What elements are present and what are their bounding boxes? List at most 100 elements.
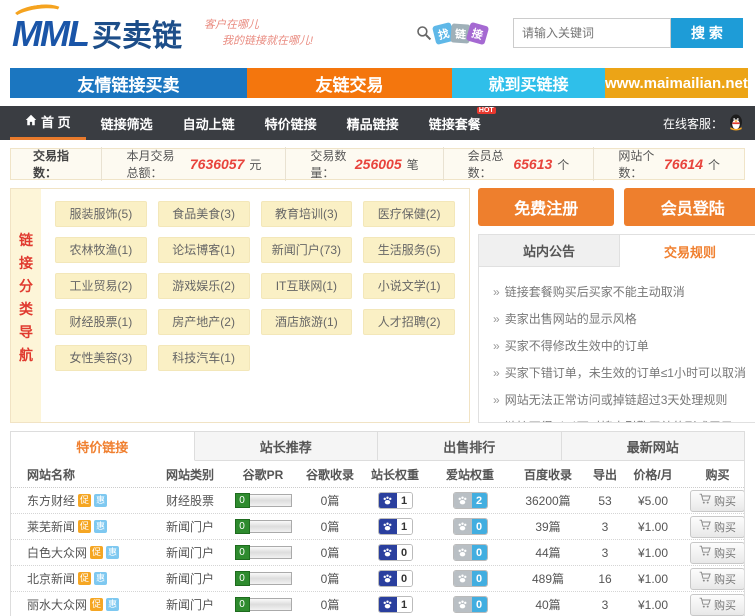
google-pr-meter: 0 — [225, 519, 301, 534]
site-name-link[interactable]: 白色大众网 — [27, 544, 87, 561]
banner-segment-friend-links[interactable]: 友情链接买卖 — [10, 68, 247, 98]
category-button[interactable]: 小说文学(1) — [363, 273, 455, 299]
tab-newest-sites[interactable]: 最新网站 — [562, 432, 745, 460]
stat-label: 本月交易总额： — [126, 147, 184, 181]
stat-trade-count: 交易数量： 256005 笔 — [285, 147, 442, 181]
category-button[interactable]: 房产地产(2) — [158, 309, 250, 335]
outbound-count: 3 — [587, 520, 623, 534]
online-service[interactable]: 在线客服： — [663, 106, 745, 140]
rule-item[interactable]: »买家不得修改生效中的订单 — [493, 337, 746, 354]
category-button[interactable]: 科技汽车(1) — [158, 345, 250, 371]
site-logo[interactable]: MML 买卖链 — [12, 11, 182, 55]
outbound-count: 16 — [587, 572, 623, 586]
col-google-index: 谷歌收录 — [301, 466, 359, 483]
find-links-tags: 找 链 接 — [416, 24, 487, 43]
main-nav: 首 页 链接筛选 自动上链 特价链接 精品链接 链接套餐 HOT 在线客服： — [0, 106, 755, 140]
category-nav-box: 链接分类导航 服装服饰(5)食品美食(3)教育培训(3)医疗保健(2)农林牧渔(… — [10, 188, 470, 423]
market-tabs: 特价链接 站长推荐 出售排行 最新网站 — [11, 432, 744, 461]
site-category: 新闻门户 — [155, 518, 225, 535]
site-name-link[interactable]: 北京新闻 — [27, 570, 75, 587]
baidu-index-count: 39篇 — [509, 518, 587, 535]
tab-trade-rules[interactable]: 交易规则 — [619, 235, 755, 267]
stat-value: 76614 — [664, 156, 703, 172]
pr-bar — [250, 520, 292, 533]
promo-badge-icon: 促 — [78, 572, 91, 585]
baidu-index-count: 44篇 — [509, 544, 587, 561]
search-area: 找 链 接 搜 索 — [416, 18, 743, 48]
search-button[interactable]: 搜 索 — [671, 18, 743, 48]
google-index-count: 0篇 — [301, 492, 359, 509]
paw-icon — [454, 519, 472, 534]
category-button[interactable]: 教育培训(3) — [261, 201, 353, 227]
rule-bullet-icon: » — [493, 393, 500, 407]
buy-button[interactable]: 购买 — [690, 568, 745, 590]
category-button[interactable]: 新闻门户(73) — [261, 237, 353, 263]
category-button[interactable]: 酒店旅游(1) — [261, 309, 353, 335]
brand-name: 买卖链 — [92, 11, 182, 55]
google-index-count: 0篇 — [301, 544, 359, 561]
nav-item-special-links[interactable]: 特价链接 — [250, 106, 332, 140]
category-button[interactable]: 农林牧渔(1) — [55, 237, 147, 263]
stat-label: 交易数量： — [310, 147, 349, 181]
tab-special-links[interactable]: 特价链接 — [11, 432, 195, 461]
site-name-link[interactable]: 东方财经 — [27, 492, 75, 509]
rule-item[interactable]: »链接不得以以下对搜索引擎无效的形式展示 — [493, 418, 746, 423]
login-button[interactable]: 会员登陆 — [624, 188, 755, 226]
nav-item-link-packages[interactable]: 链接套餐 HOT — [414, 106, 496, 140]
stat-monthly-total: 本月交易总额： 7636057 元 — [101, 147, 285, 181]
category-button[interactable]: 人才招聘(2) — [363, 309, 455, 335]
promo-badge-icon: 促 — [90, 598, 103, 611]
buy-button[interactable]: 购买 — [690, 542, 745, 564]
category-button[interactable]: 工业贸易(2) — [55, 273, 147, 299]
nav-item-premium-links[interactable]: 精品链接 — [332, 106, 414, 140]
rule-item[interactable]: »卖家出售网站的显示风格 — [493, 310, 746, 327]
banner-segment-buy-links[interactable]: 就到买链接 — [452, 68, 605, 98]
register-button[interactable]: 免费注册 — [478, 188, 614, 226]
category-button[interactable]: 医疗保健(2) — [363, 201, 455, 227]
col-price-per-month: 价格/月 — [623, 466, 683, 483]
rule-item[interactable]: »买家下错订单，未生效的订单≤1小时可以取消 — [493, 364, 746, 381]
category-button[interactable]: 生活服务(5) — [363, 237, 455, 263]
stat-value: 65613 — [513, 156, 552, 172]
stat-unit: 元 — [249, 156, 261, 173]
pr-value: 0 — [235, 597, 250, 612]
paw-icon — [379, 545, 397, 560]
paw-icon — [379, 571, 397, 586]
google-index-count: 0篇 — [301, 570, 359, 587]
buy-button[interactable]: 购买 — [690, 516, 745, 538]
nav-item-link-filter[interactable]: 链接筛选 — [86, 106, 168, 140]
promo-badge-icon: 促 — [78, 520, 91, 533]
site-name-link[interactable]: 丽水大众网 — [27, 596, 87, 613]
table-header: 网站名称 网站类别 谷歌PR 谷歌收录 站长权重 爱站权重 百度收录 导出 价格… — [11, 461, 744, 488]
site-name-link[interactable]: 莱芜新闻 — [27, 518, 75, 535]
rule-item[interactable]: »链接套餐购买后买家不能主动取消 — [493, 283, 746, 300]
aizhan-weight-badge: 2 — [453, 492, 488, 509]
paw-icon — [454, 545, 472, 560]
tab-webmaster-picks[interactable]: 站长推荐 — [195, 432, 379, 460]
category-button[interactable]: IT互联网(1) — [261, 273, 353, 299]
google-pr-meter: 0 — [225, 493, 301, 508]
category-button[interactable]: 游戏娱乐(2) — [158, 273, 250, 299]
category-button[interactable]: 财经股票(1) — [55, 309, 147, 335]
site-category: 新闻门户 — [155, 544, 225, 561]
category-button[interactable]: 服装服饰(5) — [55, 201, 147, 227]
site-category: 新闻门户 — [155, 596, 225, 613]
search-input[interactable] — [513, 18, 671, 48]
nav-item-home[interactable]: 首 页 — [10, 106, 86, 140]
category-button[interactable]: 食品美食(3) — [158, 201, 250, 227]
category-button[interactable]: 女性美容(3) — [55, 345, 147, 371]
rule-item[interactable]: »网站无法正常访问或掉链超过3天处理规则 — [493, 391, 746, 408]
promo-badge-icon: 促 — [78, 494, 91, 507]
banner-segment-link-trade[interactable]: 友链交易 — [247, 68, 452, 98]
category-button[interactable]: 论坛博客(1) — [158, 237, 250, 263]
col-site-category: 网站类别 — [155, 466, 225, 483]
buy-button[interactable]: 购买 — [690, 594, 745, 616]
nav-item-auto-link[interactable]: 自动上链 — [168, 106, 250, 140]
cart-icon — [699, 493, 711, 508]
tab-sales-ranking[interactable]: 出售排行 — [378, 432, 562, 460]
buy-button[interactable]: 购买 — [690, 490, 745, 512]
banner-segment-site-url[interactable]: www.maimailian.net — [605, 68, 748, 98]
col-aizhan-weight: 爱站权重 — [431, 466, 509, 483]
rule-bullet-icon: » — [493, 339, 500, 353]
tab-site-announcements[interactable]: 站内公告 — [479, 235, 619, 267]
